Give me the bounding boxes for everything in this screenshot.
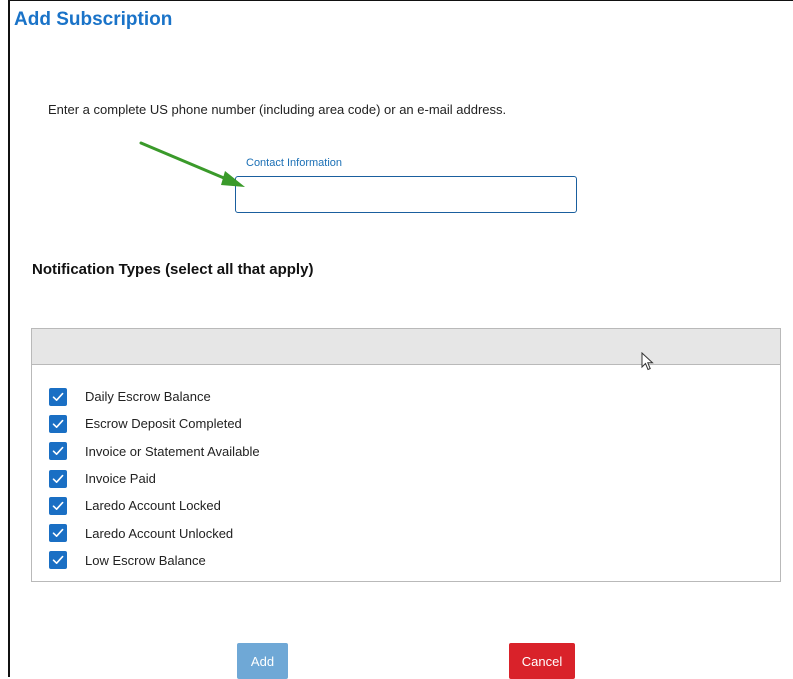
check-icon xyxy=(52,392,64,401)
check-icon xyxy=(52,528,64,538)
panel-header-bar xyxy=(32,329,780,365)
check-icon xyxy=(52,474,64,483)
notification-type-item: Laredo Account Unlocked xyxy=(49,519,780,546)
check-icon xyxy=(52,556,64,565)
notification-type-item: Daily Escrow Balance xyxy=(49,383,780,410)
notification-type-item: Invoice or Statement Available xyxy=(49,438,780,465)
notification-type-item: Invoice Paid xyxy=(49,465,780,492)
checkbox[interactable] xyxy=(49,442,67,461)
notification-type-label: Laredo Account Unlocked xyxy=(85,525,234,541)
check-icon xyxy=(52,501,64,510)
add-button[interactable]: Add xyxy=(237,643,288,679)
notification-type-label: Invoice Paid xyxy=(85,471,156,487)
notification-type-label: Low Escrow Balance xyxy=(85,552,206,568)
notification-types-heading: Notification Types (select all that appl… xyxy=(32,261,314,278)
notification-type-label: Daily Escrow Balance xyxy=(85,389,211,405)
instructions-text: Enter a complete US phone number (includ… xyxy=(48,102,507,117)
checkbox[interactable] xyxy=(49,469,67,488)
check-icon xyxy=(52,447,64,456)
notification-type-item: Laredo Account Locked xyxy=(49,492,780,519)
checkbox[interactable] xyxy=(49,387,67,406)
dialog-title: Add Subscription xyxy=(14,9,173,30)
notification-type-label: Escrow Deposit Completed xyxy=(85,416,242,432)
checkbox[interactable] xyxy=(49,551,67,570)
notification-type-label: Laredo Account Locked xyxy=(85,498,221,514)
check-icon xyxy=(52,419,64,428)
checkbox[interactable] xyxy=(49,414,67,433)
notification-type-item: Escrow Deposit Completed xyxy=(49,410,780,437)
checkbox[interactable] xyxy=(49,524,67,543)
notification-types-panel: Daily Escrow Balance Escrow Deposit Compl… xyxy=(31,328,781,582)
contact-information-input[interactable] xyxy=(235,176,577,213)
cancel-button[interactable]: Cancel xyxy=(509,643,575,679)
contact-information-label: Contact Information xyxy=(246,157,342,169)
mouse-cursor-icon xyxy=(641,352,654,371)
green-arrow-icon xyxy=(139,141,245,187)
checkbox[interactable] xyxy=(49,496,67,515)
notification-type-item: Low Escrow Balance xyxy=(49,547,780,574)
notification-types-list: Daily Escrow Balance Escrow Deposit Compl… xyxy=(32,365,780,574)
notification-type-label: Invoice or Statement Available xyxy=(85,443,260,459)
